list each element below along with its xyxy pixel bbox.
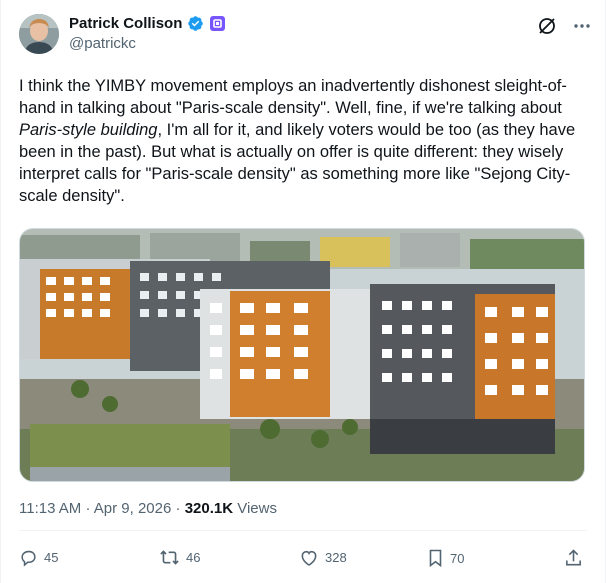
tweet-meta: 11:13 AM · Apr 9, 2026 · 320.1K Views bbox=[19, 500, 277, 517]
views-label: Views bbox=[237, 500, 277, 517]
tweet-card: Patrick Collison @patrickc I think the Y… bbox=[0, 0, 606, 583]
author-names: Patrick Collison @patrickc bbox=[69, 15, 226, 52]
like-button[interactable]: 328 bbox=[299, 548, 347, 567]
bookmark-count: 70 bbox=[450, 550, 465, 566]
divider bbox=[19, 530, 587, 531]
tweet-text-italic: Paris-style building bbox=[19, 121, 158, 139]
reply-button[interactable]: 45 bbox=[19, 548, 58, 567]
bookmark-icon bbox=[427, 548, 444, 568]
tweet-date[interactable]: Apr 9, 2026 bbox=[94, 500, 172, 517]
tweet-header: Patrick Collison @patrickc bbox=[19, 12, 591, 58]
action-bar: 45 46 328 70 bbox=[19, 548, 583, 574]
header-actions bbox=[537, 16, 591, 36]
share-button[interactable] bbox=[564, 548, 583, 568]
tweet-text-part1: I think the YIMBY movement employs an in… bbox=[19, 77, 567, 117]
tweet-text: I think the YIMBY movement employs an in… bbox=[19, 75, 589, 207]
more-icon[interactable] bbox=[573, 17, 591, 35]
author-display-name[interactable]: Patrick Collison bbox=[69, 15, 182, 32]
share-icon bbox=[564, 548, 583, 568]
repost-icon bbox=[159, 548, 180, 567]
heart-icon bbox=[299, 548, 319, 567]
reply-icon bbox=[19, 548, 38, 567]
avatar[interactable] bbox=[19, 14, 59, 54]
reply-count: 45 bbox=[44, 550, 59, 565]
author-handle[interactable]: @patrickc bbox=[69, 35, 226, 52]
meta-separator: · bbox=[85, 500, 91, 517]
verified-badge-icon bbox=[187, 15, 204, 32]
meta-separator-2: · bbox=[175, 500, 181, 517]
tweet-time[interactable]: 11:13 AM bbox=[19, 500, 81, 517]
views-count: 320.1K bbox=[184, 500, 234, 517]
tweet-photo[interactable] bbox=[19, 228, 585, 482]
grok-icon[interactable] bbox=[537, 16, 557, 36]
affiliate-badge-icon[interactable] bbox=[209, 15, 226, 32]
bookmark-button[interactable]: 70 bbox=[427, 548, 464, 568]
like-count: 328 bbox=[325, 550, 347, 565]
repost-count: 46 bbox=[186, 550, 201, 565]
repost-button[interactable]: 46 bbox=[159, 548, 200, 567]
